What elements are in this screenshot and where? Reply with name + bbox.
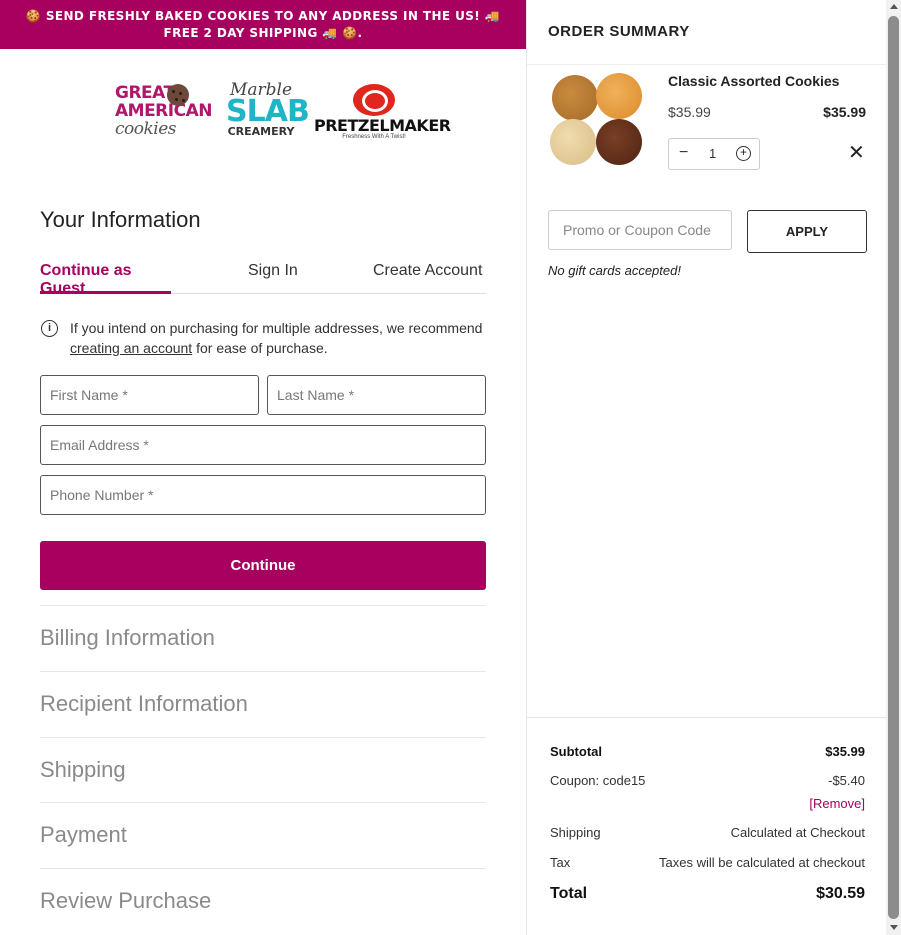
tax-value: Taxes will be calculated at checkout bbox=[659, 855, 865, 870]
remove-coupon-link[interactable]: [Remove] bbox=[809, 796, 865, 811]
product-unit-price: $35.99 bbox=[668, 104, 711, 120]
gift-card-note: No gift cards accepted! bbox=[548, 263, 681, 278]
subtotal-value: $35.99 bbox=[825, 744, 865, 759]
continue-button[interactable]: Continue bbox=[40, 541, 486, 590]
close-icon[interactable]: ✕ bbox=[848, 143, 865, 163]
promo-code-input[interactable] bbox=[549, 211, 731, 249]
coupon-value: -$5.40 bbox=[828, 773, 865, 788]
logo-line: SLAB bbox=[226, 94, 310, 129]
product-line-total: $35.99 bbox=[823, 104, 866, 120]
minus-icon[interactable]: − bbox=[679, 144, 688, 162]
checkout-main: 🍪 Send freshly baked cookies to any addr… bbox=[0, 0, 526, 935]
apply-button[interactable]: APPLY bbox=[747, 210, 867, 253]
cookie-icon bbox=[552, 75, 598, 121]
info-icon: i bbox=[41, 320, 58, 337]
multiple-address-note: i If you intend on purchasing for multip… bbox=[40, 318, 490, 358]
order-totals: Subtotal $35.99 Coupon: code15 -$5.40 [R… bbox=[527, 717, 887, 902]
quantity-stepper: − 1 + bbox=[668, 138, 760, 170]
pretzel-icon bbox=[353, 84, 395, 116]
cookie-icon bbox=[167, 84, 189, 106]
shipping-label: Shipping bbox=[550, 825, 601, 840]
first-name-input[interactable] bbox=[41, 376, 258, 414]
promo-banner: 🍪 Send freshly baked cookies to any addr… bbox=[0, 0, 526, 49]
scroll-down-arrow-icon[interactable] bbox=[890, 925, 898, 930]
shipping-value: Calculated at Checkout bbox=[730, 825, 865, 840]
product-name: Classic Assorted Cookies bbox=[668, 73, 840, 89]
banner-text: 🍪 Send freshly baked cookies to any addr… bbox=[25, 9, 501, 40]
section-shipping[interactable]: Shipping bbox=[40, 737, 486, 802]
total-label: Total bbox=[550, 885, 588, 902]
scroll-up-arrow-icon[interactable] bbox=[890, 4, 898, 9]
tab-sign-in[interactable]: Sign In bbox=[248, 262, 298, 294]
quantity-value: 1 bbox=[709, 146, 717, 161]
phone-field[interactable] bbox=[40, 475, 486, 515]
tab-create-account[interactable]: Create Account bbox=[373, 262, 482, 294]
logo-line: PRETZELMAKER bbox=[314, 116, 451, 135]
tab-continue-as-guest[interactable]: Continue as Guest bbox=[40, 262, 171, 297]
total-value: $30.59 bbox=[816, 885, 865, 902]
section-billing-information[interactable]: Billing Information bbox=[40, 605, 486, 671]
note-text: for ease of purchase. bbox=[192, 340, 328, 356]
logo-line: AMERICAN bbox=[115, 101, 212, 121]
page-scrollbar[interactable] bbox=[886, 0, 901, 935]
create-account-link[interactable]: creating an account bbox=[70, 340, 192, 356]
divider bbox=[527, 64, 887, 65]
section-recipient-information[interactable]: Recipient Information bbox=[40, 671, 486, 737]
promo-code-field[interactable] bbox=[548, 210, 732, 250]
great-american-cookies-logo: GREAT AMERICAN cookies bbox=[115, 84, 212, 144]
cookie-icon bbox=[550, 119, 596, 165]
scrollbar-thumb[interactable] bbox=[888, 16, 899, 919]
last-name-field[interactable] bbox=[267, 375, 486, 415]
section-review-purchase[interactable]: Review Purchase bbox=[40, 868, 486, 934]
tax-label: Tax bbox=[550, 855, 571, 870]
coupon-label: Coupon: code15 bbox=[550, 773, 646, 788]
subtotal-label: Subtotal bbox=[550, 744, 602, 759]
pretzelmaker-logo: PRETZELMAKER Freshness With A Twist! bbox=[314, 84, 451, 144]
first-name-field[interactable] bbox=[40, 375, 259, 415]
cookie-icon bbox=[596, 119, 642, 165]
plus-icon[interactable]: + bbox=[736, 146, 751, 161]
last-name-input[interactable] bbox=[268, 376, 485, 414]
order-summary-panel: ORDER SUMMARY Classic Assorted Cookies $… bbox=[526, 0, 887, 935]
note-text: If you intend on purchasing for multiple… bbox=[70, 320, 483, 336]
account-tabs: Continue as Guest Sign In Create Account bbox=[40, 258, 486, 297]
logo-line: CREAMERY bbox=[227, 125, 295, 138]
marble-slab-creamery-logo: Marble SLAB CREAMERY bbox=[226, 82, 310, 142]
product-image bbox=[550, 73, 644, 167]
order-summary-title: ORDER SUMMARY bbox=[548, 23, 690, 40]
brand-logos: GREAT AMERICAN cookies Marble SLAB CREAM… bbox=[0, 78, 526, 148]
logo-line: cookies bbox=[115, 119, 177, 139]
phone-input[interactable] bbox=[41, 476, 485, 514]
cookie-icon bbox=[596, 73, 642, 119]
email-input[interactable] bbox=[41, 426, 485, 464]
email-field[interactable] bbox=[40, 425, 486, 465]
section-payment[interactable]: Payment bbox=[40, 802, 486, 868]
your-information-heading: Your Information bbox=[40, 207, 201, 232]
